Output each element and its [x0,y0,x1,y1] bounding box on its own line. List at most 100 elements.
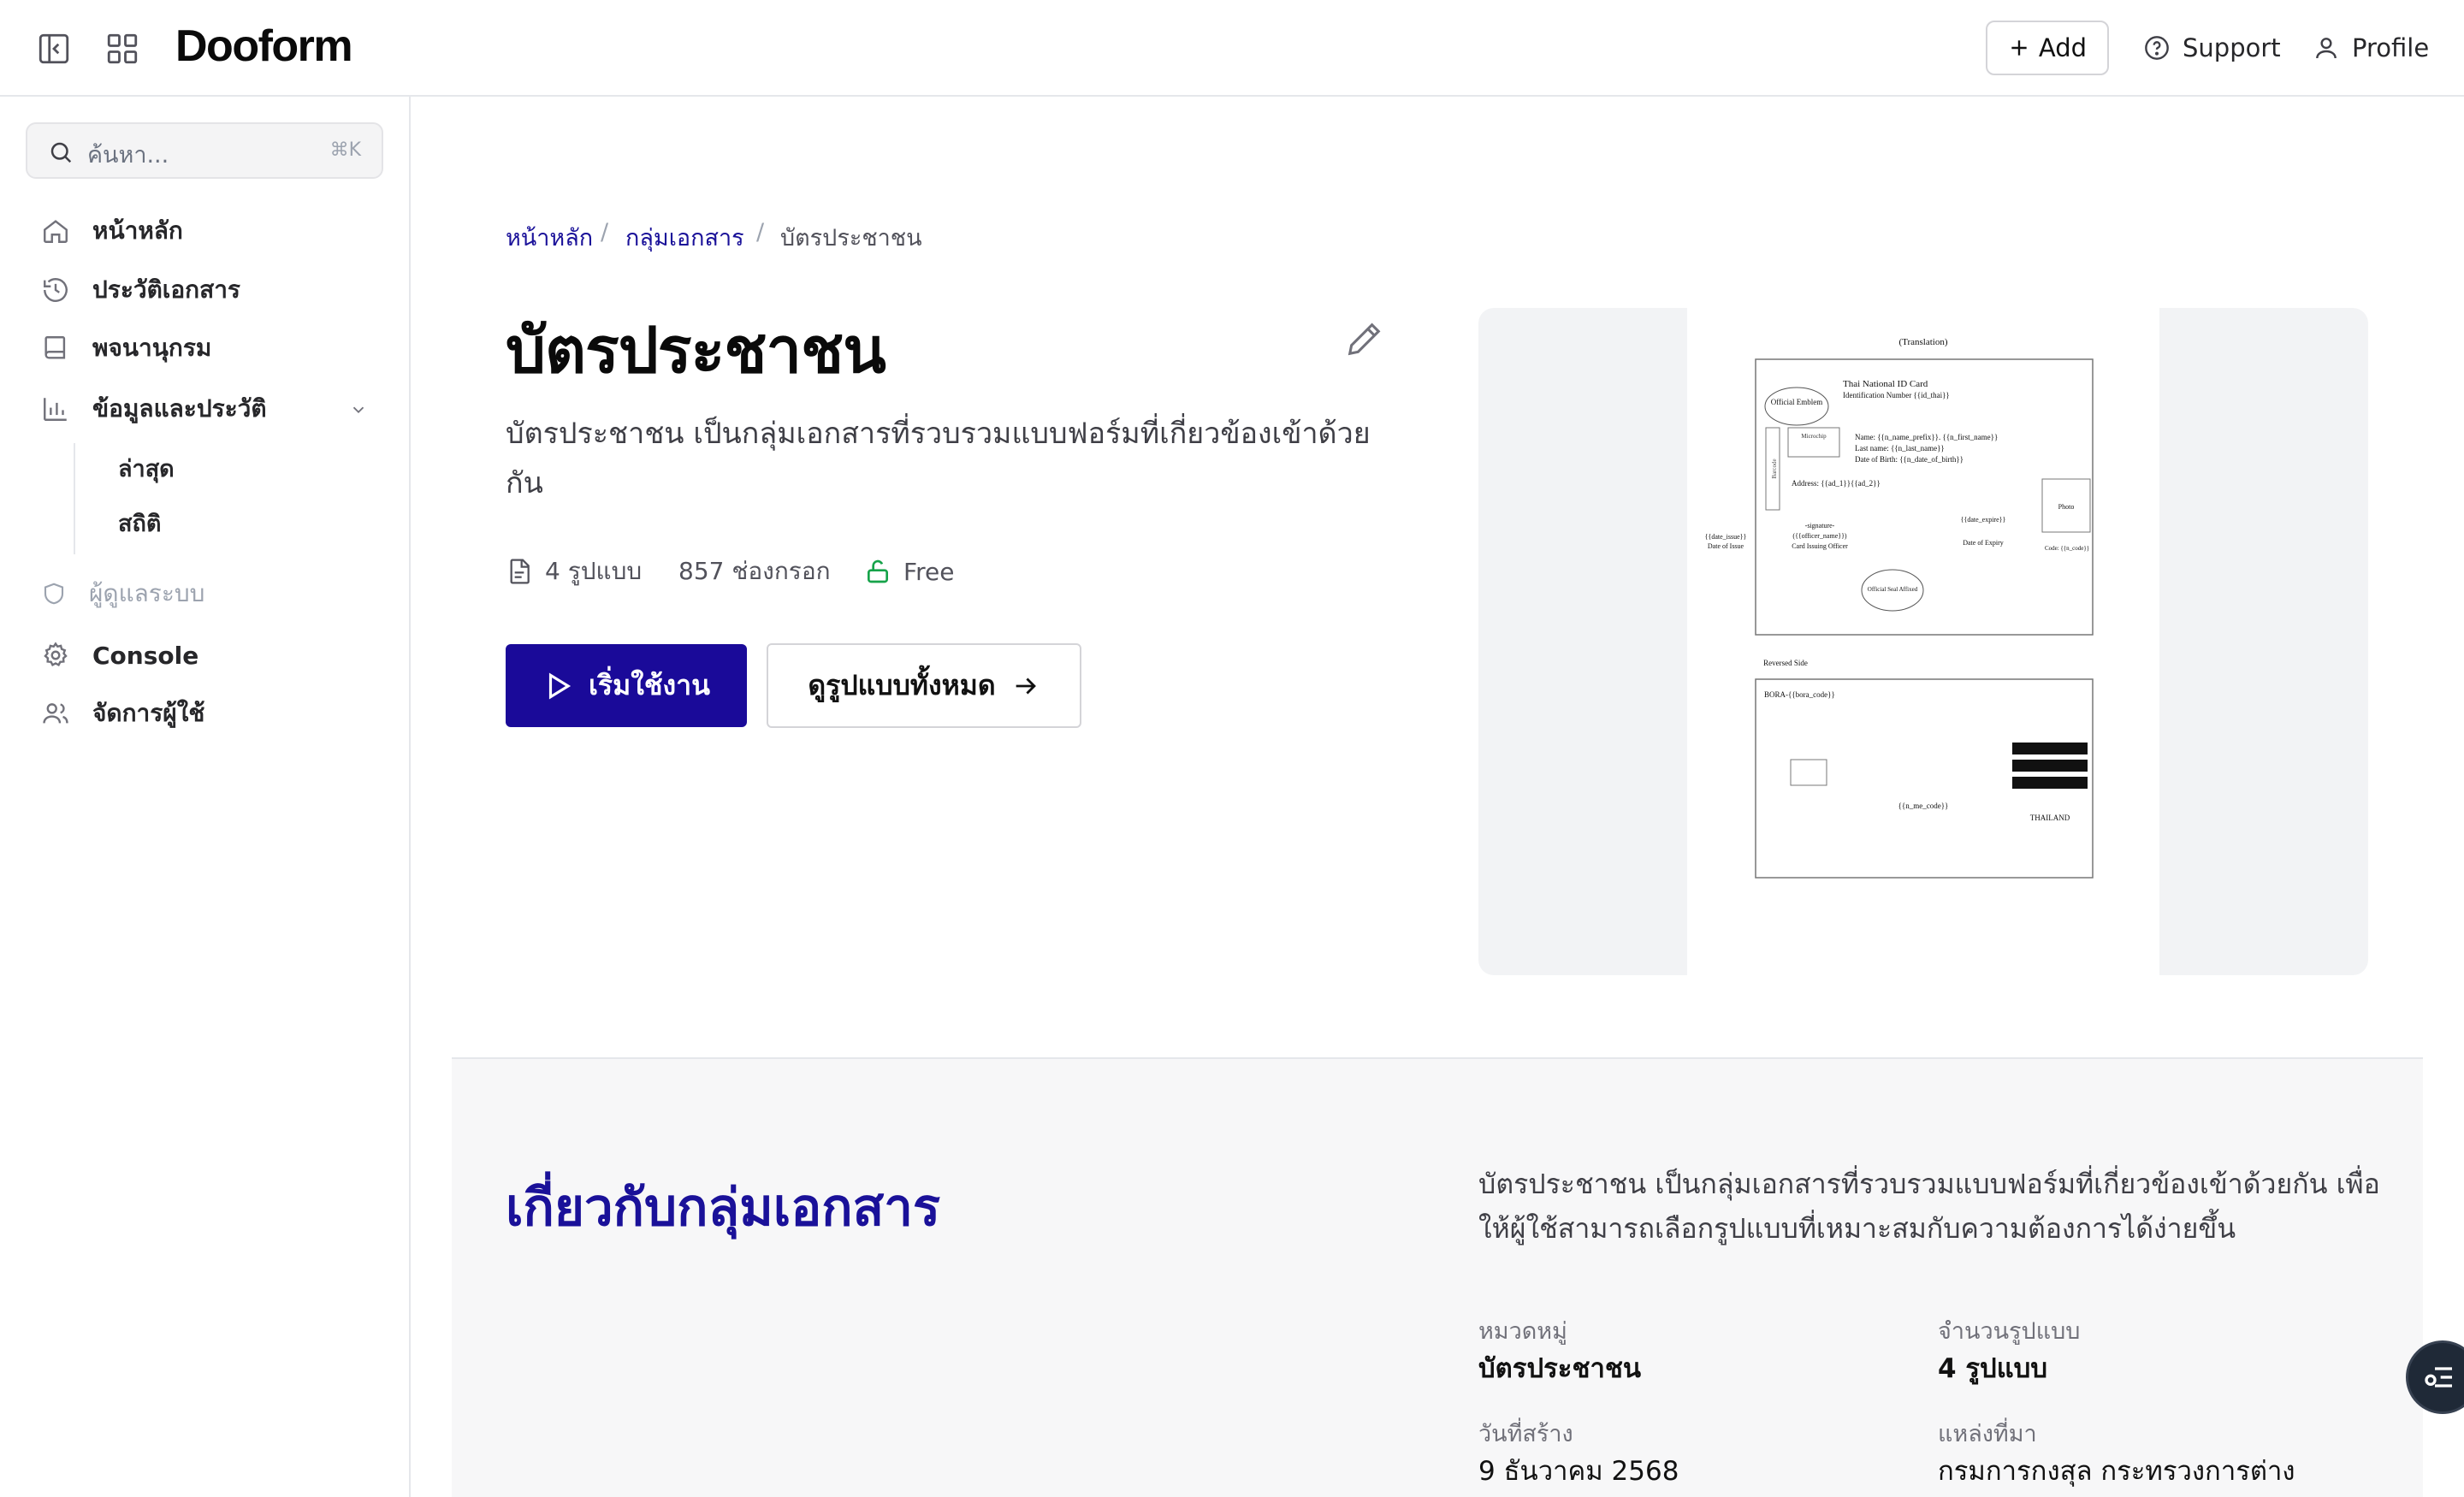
category-label: หมวดหมู่ [1478,1318,1567,1345]
sidebar-subitem-stats[interactable]: สถิติ [118,505,161,541]
id-card-template-preview: (Translation) Thai National ID Card Iden… [1705,337,2094,879]
pencil-icon[interactable] [1345,319,1384,358]
document-preview[interactable]: (Translation) Thai National ID Card Iden… [1478,308,2368,975]
unlock-icon [868,559,888,583]
about-section: เกี่ยวกับกลุ่มเอกสาร บัตรประชาชน เป็นกลุ… [452,1057,2423,1497]
history-icon [44,278,68,302]
view-all-button-label: ดูรูปแบบทั้งหมด [808,669,996,701]
top-bar: Dooform Add Support Profile [0,0,2464,97]
search-placeholder: ค้นหา... [87,142,169,169]
breadcrumb-separator: / [756,219,765,246]
plus-icon [2011,40,2027,56]
users-icon [43,703,68,724]
submenu-divider [74,443,75,554]
start-button-label: เริ่มใช้งาน [588,669,711,701]
preview-country: THAILAND [2030,814,2070,822]
preview-date-expire: {{date_expire}} [1961,516,2006,524]
meta-access-value: Free [903,557,955,586]
preview-dob-line: Date of Birth: {{n_date_of_birth}} [1855,455,1964,464]
category-value: บัตรประชาชน [1478,1353,1642,1384]
preview-card-title: Thai National ID Card [1843,379,1928,389]
preview-side-text: Barcode [1771,459,1778,478]
sidebar-item-label: จัดการผู้ใช้ [92,699,205,727]
sidebar: ค้นหา... ⌘K หน้าหลัก ประวัติเอกสาร พจนาน… [0,97,411,1497]
breadcrumb-current: บัตรประชาชน [780,225,922,251]
start-button[interactable]: เริ่มใช้งาน [506,644,747,727]
document-icon [510,559,530,584]
preview-seal: Official Seal Affixed [1868,586,1918,593]
created-date-label: วันที่สร้าง [1478,1421,1573,1447]
preview-id-line: Identification Number {{id_thai}} [1843,391,1950,399]
preview-signature: -signature- [1805,522,1835,530]
sidebar-toggle-icon[interactable] [36,31,72,67]
add-button-label: Add [2038,33,2088,62]
sidebar-item-dictionary[interactable]: พจนานุกรม [41,324,211,372]
meta-fields: 857 ช่องกรอก [678,551,831,592]
list-settings-icon [2425,1367,2452,1388]
preview-address-line: Address: {{ad_1}}{{ad_2}} [1792,479,1881,488]
bar-chart-icon [44,398,67,421]
sidebar-item-label: Console [92,641,199,670]
preview-emblem: Official Emblem [1771,398,1823,406]
help-circle-icon [2145,36,2169,60]
arrow-right-icon [1016,677,1036,695]
sidebar-item-users[interactable]: จัดการผู้ใช้ [41,689,204,737]
support-label: Support [2183,33,2281,62]
preview-officer-label: Card Issuing Officer [1792,542,1848,550]
profile-label: Profile [2352,33,2430,62]
app-logo[interactable]: Dooform [175,21,353,72]
user-icon [2316,38,2337,59]
breadcrumb-separator: / [601,219,609,246]
search-input[interactable]: ค้นหา... ⌘K [26,122,383,179]
preview-officer-name: ({{officer_name}}) [1792,532,1847,540]
preview-photo: Photo [2058,503,2075,511]
about-title: เกี่ยวกับกลุ่มเอกสาร [506,1178,941,1238]
about-description: บัตรประชาชน เป็นกลุ่มเอกสารที่รวบรวมแบบฟ… [1478,1168,2380,1245]
support-link[interactable]: Support [2143,24,2281,72]
document-page: (Translation) Thai National ID Card Iden… [1687,308,2159,975]
preview-microchip: Microchip [1801,433,1827,440]
breadcrumb-home[interactable]: หน้าหลัก [506,219,593,256]
search-shortcut: ⌘K [329,139,361,161]
preview-bora: BORA-{{bora_code}} [1764,690,1835,699]
sidebar-item-data-history[interactable]: ข้อมูลและประวัติ [41,385,368,433]
add-button[interactable]: Add [1986,21,2109,75]
sidebar-item-label: ข้อมูลและประวัติ [92,394,267,423]
template-count-label: จำนวนรูปแบบ [1938,1318,2081,1345]
search-icon [50,142,72,163]
preview-date-issue: {{date_issue}} [1705,533,1747,541]
preview-me-code: {{n_me_code}} [1898,802,1949,810]
preview-date-issue-label: Date of Issue [1708,542,1744,550]
page-description: บัตรประชาชน เป็นกลุ่มเอกสารที่รวบรวมแบบฟ… [506,417,1371,500]
meta-templates: 4 รูปแบบ [506,551,642,592]
preview-expiry-label: Date of Expiry [1963,539,2004,547]
meta-fields-value: 857 ช่องกรอก [678,557,831,585]
sidebar-item-history[interactable]: ประวัติเอกสาร [41,266,240,314]
preview-last-line: Last name: {{n_last_name}} [1855,444,1945,453]
source-value: กรมการกงสุล กระทรวงการต่าง [1938,1456,2295,1487]
preview-reversed: Reversed Side [1763,659,1808,667]
view-all-button[interactable]: ดูรูปแบบทั้งหมด [767,643,1081,728]
sidebar-subitem-latest[interactable]: ล่าสุด [118,450,175,487]
book-icon [44,336,66,359]
preview-code-line: Code: {{n_code}} [2045,545,2089,552]
sidebar-item-label: พจนานุกรม [92,334,212,362]
profile-link[interactable]: Profile [2313,24,2429,72]
shield-icon [44,583,64,605]
chevron-down-icon[interactable] [349,400,368,419]
sidebar-item-home[interactable]: หน้าหลัก [41,207,183,255]
source-label: แหล่งที่มา [1938,1421,2037,1447]
sidebar-section-admin: ผู้ดูแลระบบ [41,570,204,618]
gear-icon [44,642,68,666]
sidebar-item-label: หน้าหลัก [92,216,183,245]
preview-name-line: Name: {{n_name_prefix}}. {{n_first_name}… [1855,433,1998,441]
created-date-value: 9 ธันวาคม 2568 [1478,1456,1679,1487]
sidebar-item-label: ประวัติเอกสาร [92,275,240,304]
home-icon [44,220,68,243]
apps-grid-icon[interactable] [104,31,140,67]
preview-heading: (Translation) [1898,337,1947,347]
meta-templates-value: 4 รูปแบบ [545,557,643,585]
page-title: บัตรประชาชน [506,314,886,388]
sidebar-item-console[interactable]: Console [41,631,198,679]
breadcrumb-groups[interactable]: กลุ่มเอกสาร [625,219,744,256]
